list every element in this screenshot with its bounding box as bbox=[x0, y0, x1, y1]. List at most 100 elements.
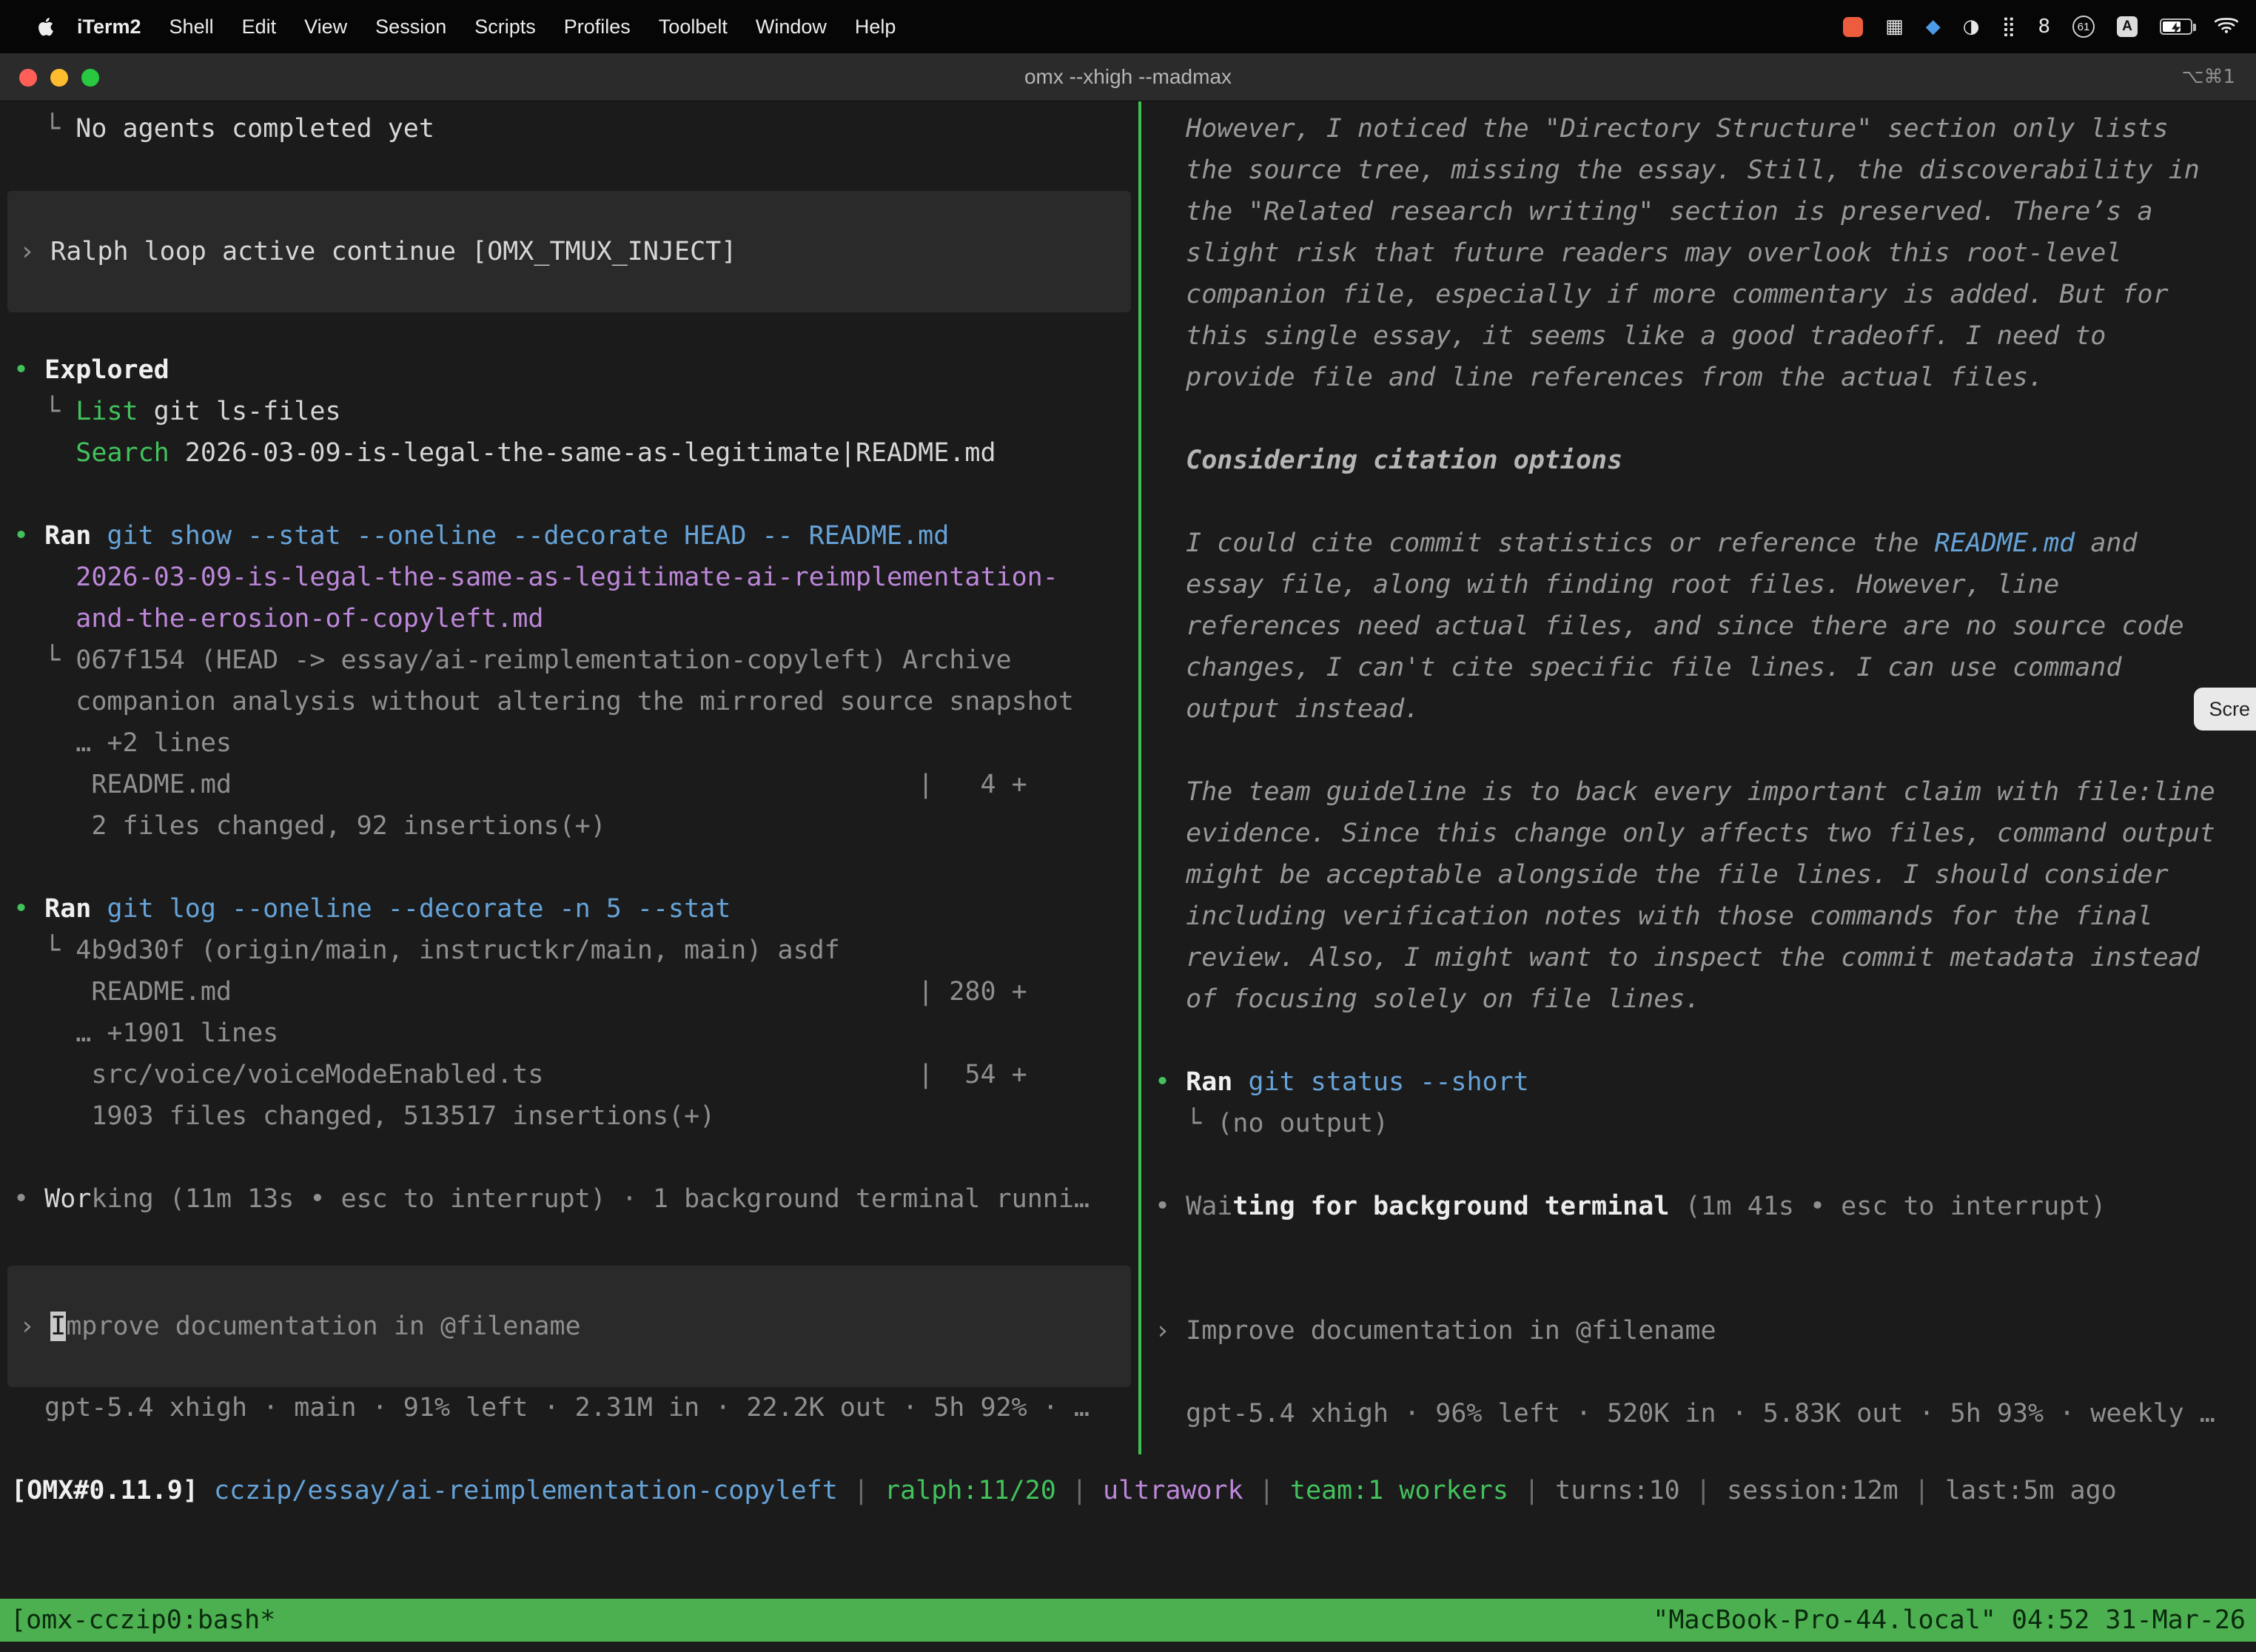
prompt-input-left[interactable]: › Improve documentation in @filename bbox=[7, 1266, 1131, 1387]
text-run: I bbox=[50, 1312, 66, 1341]
app-icon-blue[interactable]: ◆ bbox=[1926, 16, 1941, 38]
text-run: evidence. Since this change only affects… bbox=[1155, 819, 2215, 848]
menu-item-session[interactable]: Session bbox=[375, 16, 446, 38]
terminal-line: of focusing solely on file lines. bbox=[1141, 978, 2256, 1020]
menu-item-iterm2[interactable]: iTerm2 bbox=[77, 16, 141, 38]
text-run: references need actual files, and since … bbox=[1155, 611, 2184, 641]
text-run: README.md | 280 + bbox=[13, 977, 1027, 1007]
text-run: Ran bbox=[1186, 1067, 1232, 1097]
app-icon-round[interactable]: ◑ bbox=[1963, 16, 1980, 38]
menu-status-icons: ▦ ◆ ◑ ⣿ 8 61 A bbox=[1843, 16, 2238, 38]
terminal-line bbox=[1141, 1352, 2256, 1393]
text-run: • bbox=[13, 1184, 44, 1214]
terminal-line: … +2 lines bbox=[0, 722, 1138, 764]
text-run: turns:10 bbox=[1555, 1476, 1680, 1505]
text-run: including verification notes with those … bbox=[1155, 901, 2153, 931]
terminal-line: the source tree, missing the essay. Stil… bbox=[1141, 150, 2256, 191]
terminal-line: └ No agents completed yet bbox=[0, 108, 1138, 150]
text-run: └ bbox=[13, 936, 75, 965]
text-run: companion analysis without altering the … bbox=[13, 687, 1074, 716]
apple-menu-icon[interactable] bbox=[36, 16, 58, 38]
menu-item-scripts[interactable]: Scripts bbox=[474, 16, 536, 38]
menu-item-shell[interactable]: Shell bbox=[169, 16, 214, 38]
grid-icon[interactable]: ▦ bbox=[1885, 16, 1904, 38]
terminal-line: • Ran git log --oneline --decorate -n 5 … bbox=[0, 888, 1138, 930]
menu-item-help[interactable]: Help bbox=[855, 16, 896, 38]
terminal-line: might be acceptable alongside the file l… bbox=[1141, 854, 2256, 896]
terminal-line: └ 4b9d30f (origin/main, instructkr/main,… bbox=[0, 930, 1138, 971]
text-run: ralph:11/20 bbox=[884, 1476, 1056, 1505]
text-run: └ bbox=[13, 645, 75, 675]
app-icon-eight[interactable]: 8 bbox=[2038, 16, 2050, 38]
terminal-line: • Working (11m 13s • esc to interrupt) ·… bbox=[0, 1178, 1138, 1220]
terminal-line: output instead. bbox=[1141, 688, 2256, 730]
text-run: Wor bbox=[44, 1184, 91, 1214]
omx-status-bar: [OMX#0.11.9] cczip/essay/ai-reimplementa… bbox=[0, 1470, 2256, 1511]
text-run: might be acceptable alongside the file l… bbox=[1155, 860, 2169, 890]
menu-item-toolbelt[interactable]: Toolbelt bbox=[659, 16, 728, 38]
text-run: | bbox=[1899, 1476, 1945, 1505]
terminal-line: src/voice/voiceModeEnabled.ts | 54 + bbox=[0, 1054, 1138, 1095]
text-run: (11m 13s • esc to interrupt) · 1 backgro… bbox=[154, 1184, 1090, 1214]
terminal-line: └ List git ls-files bbox=[0, 391, 1138, 432]
terminal-line: … +1901 lines bbox=[0, 1013, 1138, 1054]
window-title-bar[interactable]: omx --xhigh --madmax ⌥⌘1 bbox=[0, 53, 2256, 101]
terminal-line: Search 2026-03-09-is-legal-the-same-as-l… bbox=[0, 432, 1138, 474]
terminal-line: Considering citation options bbox=[1141, 440, 2256, 481]
text-run: However, I noticed the "Directory Struct… bbox=[1155, 114, 2169, 144]
screen-recording-stop-icon[interactable] bbox=[1843, 17, 1863, 37]
terminal-pane-left[interactable]: └ No agents completed yet › Ralph loop ac… bbox=[0, 101, 1138, 1454]
tmux-session-label: [omx-cczip0:bash* bbox=[10, 1599, 275, 1641]
wifi-icon[interactable] bbox=[2215, 16, 2238, 38]
terminal-line bbox=[1141, 1227, 2256, 1269]
text-run bbox=[91, 894, 107, 924]
terminal-line: provide file and line references from th… bbox=[1141, 357, 2256, 398]
zoom-button[interactable] bbox=[81, 69, 99, 87]
text-run: the "Related research writing" section i… bbox=[1155, 197, 2153, 226]
text-run bbox=[13, 438, 75, 468]
terminal-line: companion file, especially if more comme… bbox=[1141, 274, 2256, 315]
text-run: Explored bbox=[44, 355, 169, 385]
text-run: | bbox=[1680, 1476, 1727, 1505]
text-run: › bbox=[19, 237, 50, 266]
percent-badge-icon[interactable]: 61 bbox=[2072, 16, 2095, 38]
battery-nub bbox=[2193, 24, 2196, 31]
text-run: › bbox=[1155, 1316, 1186, 1346]
terminal-pane-right[interactable]: However, I noticed the "Directory Struct… bbox=[1141, 101, 2256, 1454]
text-run: src/voice/voiceModeEnabled.ts | 54 + bbox=[13, 1060, 1027, 1089]
text-run: | bbox=[1056, 1476, 1103, 1505]
dots-grid-icon[interactable]: ⣿ bbox=[2001, 16, 2015, 38]
text-run: mprove documentation in @filename bbox=[66, 1312, 580, 1341]
text-run: 2026-03-09-is-legal-the-same-as-legitima… bbox=[169, 438, 996, 468]
terminal-line: references need actual files, and since … bbox=[1141, 605, 2256, 647]
text-run: Considering citation options bbox=[1186, 446, 1622, 475]
text-run: cczip/essay/ai-reimplementation-copyleft bbox=[214, 1476, 838, 1505]
prompt-input-left-line: › Improve documentation in @filename bbox=[7, 1306, 1131, 1347]
terminal-line: changes, I can't cite specific file line… bbox=[1141, 647, 2256, 688]
minimize-button[interactable] bbox=[50, 69, 68, 87]
terminal-line bbox=[1141, 1144, 2256, 1186]
terminal-line: gpt-5.4 xhigh · main · 91% left · 2.31M … bbox=[0, 1387, 1138, 1428]
screen-share-pill[interactable]: Scre bbox=[2194, 688, 2256, 731]
text-run: I could cite commit statistics or refere… bbox=[1155, 528, 1935, 558]
close-button[interactable] bbox=[19, 69, 37, 87]
prompt-input-right[interactable]: › Improve documentation in @filename bbox=[1141, 1310, 2256, 1352]
menu-item-edit[interactable]: Edit bbox=[242, 16, 277, 38]
text-run: Ralph loop active continue [OMX_TMUX_INJ… bbox=[50, 237, 736, 266]
terminal-line: gpt-5.4 xhigh · 96% left · 520K in · 5.8… bbox=[1141, 1393, 2256, 1434]
ralph-loop-banner: › Ralph loop active continue [OMX_TMUX_I… bbox=[7, 191, 1131, 312]
text-run: Wai bbox=[1186, 1192, 1232, 1221]
text-run: king bbox=[91, 1184, 153, 1214]
terminal-line: and-the-erosion-of-copyleft.md bbox=[0, 598, 1138, 639]
terminal-line: review. Also, I might want to inspect th… bbox=[1141, 937, 2256, 978]
terminal-line: README.md | 280 + bbox=[0, 971, 1138, 1013]
menu-item-window[interactable]: Window bbox=[756, 16, 827, 38]
menu-item-view[interactable]: View bbox=[304, 16, 347, 38]
text-run bbox=[1232, 1067, 1248, 1097]
terminal-line bbox=[1141, 1020, 2256, 1061]
text-run: › bbox=[19, 1312, 50, 1341]
input-source-icon[interactable]: A bbox=[2117, 16, 2138, 37]
text-run: └ bbox=[13, 397, 75, 426]
menu-item-profiles[interactable]: Profiles bbox=[564, 16, 631, 38]
battery-icon[interactable] bbox=[2160, 19, 2192, 35]
